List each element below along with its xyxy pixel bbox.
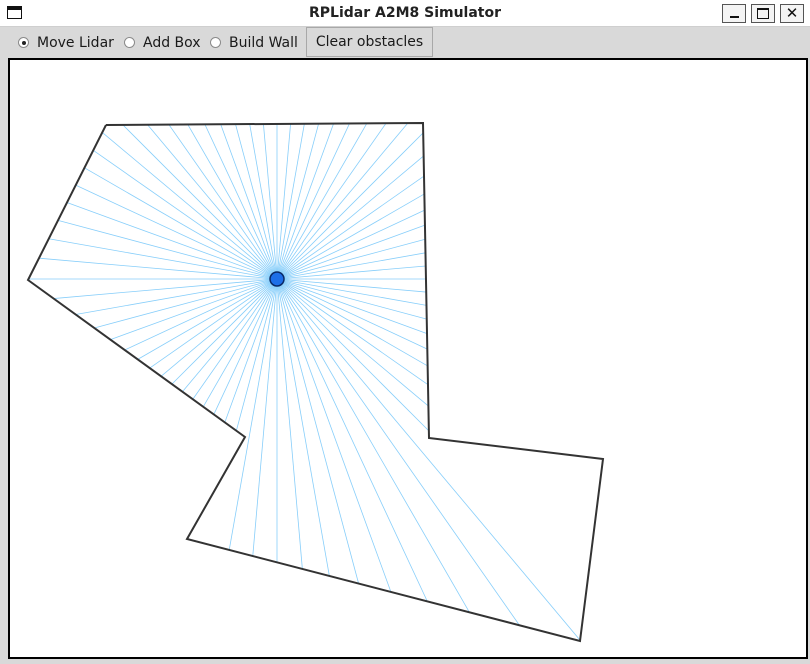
radio-button-icon <box>124 37 135 48</box>
radio-add-box[interactable]: Add Box <box>124 27 201 58</box>
maximize-icon <box>757 8 769 19</box>
lidar-ray <box>75 184 278 280</box>
lidar-ray <box>235 278 278 431</box>
close-button[interactable]: ✕ <box>780 4 804 23</box>
lidar-ray <box>276 278 428 602</box>
radio-build-wall[interactable]: Build Wall <box>210 27 298 58</box>
lidar-ray <box>276 209 425 280</box>
lidar-ray <box>276 278 427 293</box>
obstacle-walls <box>26 121 605 643</box>
lidar-ray <box>276 238 426 280</box>
maximize-button[interactable] <box>751 4 775 23</box>
lidar-ray <box>38 257 278 280</box>
minimize-icon <box>730 16 739 18</box>
radio-label: Add Box <box>143 34 201 51</box>
radio-label: Move Lidar <box>37 34 114 51</box>
lidar-ray <box>276 278 470 613</box>
lidar-ray <box>276 278 581 641</box>
lidar-sensor[interactable] <box>269 271 285 287</box>
simulation-canvas[interactable] <box>8 58 808 659</box>
lidar-ray <box>276 278 392 593</box>
lidar-ray <box>276 278 303 569</box>
clear-obstacles-button[interactable]: Clear obstacles <box>306 27 433 57</box>
toolbar: Move Lidar Add Box Build Wall Clear obst… <box>0 27 810 58</box>
lidar-ray <box>66 202 278 280</box>
lidar-ray <box>276 278 359 584</box>
lidar-ray <box>124 278 278 351</box>
lidar-ray <box>204 124 278 280</box>
lidar-ray <box>276 265 426 280</box>
app-window: RPLidar A2M8 Simulator ✕ Move Lidar Add … <box>0 0 810 664</box>
lidar-ray <box>276 123 291 280</box>
minimize-button[interactable] <box>722 4 746 23</box>
title-bar[interactable]: RPLidar A2M8 Simulator ✕ <box>0 0 810 27</box>
radio-button-icon <box>18 37 29 48</box>
simulation-drawing[interactable] <box>10 60 806 657</box>
radio-move-lidar[interactable]: Move Lidar <box>18 27 114 58</box>
lidar-ray <box>276 123 350 280</box>
lidar-ray <box>213 278 278 415</box>
lidar-ray <box>276 278 428 350</box>
lidar-ray <box>276 278 427 320</box>
lidar-ray <box>57 219 278 280</box>
lidar-rays <box>28 122 581 641</box>
lidar-ray <box>252 278 278 557</box>
window-title: RPLidar A2M8 Simulator <box>308 5 502 21</box>
lidar-ray <box>53 278 278 299</box>
lidar-ray <box>276 123 320 280</box>
close-icon: ✕ <box>785 4 799 22</box>
lidar-ray <box>263 123 278 280</box>
radio-button-icon <box>210 37 221 48</box>
lidar-ray <box>276 278 520 626</box>
lidar-ray <box>94 278 278 329</box>
radio-label: Build Wall <box>229 34 298 51</box>
lidar-ray <box>235 124 278 280</box>
